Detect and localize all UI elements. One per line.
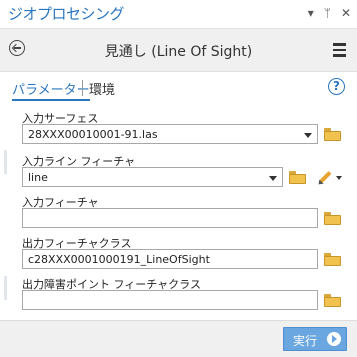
play-icon — [327, 332, 341, 346]
run-button-label: 実行 — [293, 334, 318, 348]
tab-bar: パラメーター 環境 ? — [0, 72, 357, 102]
output-features-field[interactable]: c28XXX0001000191_LineOfSight — [22, 249, 318, 269]
input-line-value: line — [28, 171, 48, 184]
input-surface-select[interactable]: 28XXX00010001-91.las — [22, 124, 318, 144]
row-indicator — [4, 276, 7, 300]
chevron-down-icon[interactable] — [336, 176, 342, 180]
folder-browse-icon[interactable] — [324, 128, 341, 141]
tool-header: 見通し (Line Of Sight) — [0, 29, 357, 72]
close-icon[interactable]: ✕ — [341, 6, 351, 20]
pane-title: ジオプロセシング — [8, 5, 125, 23]
tool-title: 見通し (Line Of Sight) — [104, 44, 253, 60]
tab-environments[interactable]: 環境 — [89, 79, 115, 98]
folder-browse-icon[interactable] — [324, 212, 341, 225]
input-surface-value: 28XXX00010001-91.las — [28, 128, 158, 141]
folder-browse-icon[interactable] — [324, 253, 341, 266]
folder-browse-icon[interactable] — [324, 294, 341, 307]
row-indicator — [4, 150, 7, 174]
input-line-select[interactable]: line — [22, 167, 283, 187]
chevron-down-icon[interactable] — [304, 133, 312, 138]
footer-bar: 実行 — [0, 320, 357, 357]
tab-parameters[interactable]: パラメーター — [12, 79, 90, 101]
help-icon[interactable]: ? — [328, 78, 345, 95]
chevron-down-icon[interactable] — [269, 176, 277, 181]
pin-icon[interactable]: ᛘ — [324, 6, 331, 20]
output-obstruction-field[interactable] — [22, 290, 318, 310]
pencil-edit-icon[interactable] — [316, 168, 334, 187]
input-features-field[interactable] — [22, 208, 318, 228]
hamburger-menu-icon[interactable] — [333, 43, 346, 60]
pane-titlebar: ジオプロセシング ▾ ᛘ ✕ — [0, 0, 357, 29]
chevron-down-icon[interactable]: ▾ — [308, 6, 314, 20]
pane-controls: ▾ ᛘ ✕ — [308, 6, 351, 20]
output-features-value: c28XXX0001000191_LineOfSight — [28, 253, 210, 266]
folder-browse-icon[interactable] — [289, 171, 306, 184]
tab-separator — [82, 80, 83, 96]
run-button[interactable]: 実行 — [283, 327, 347, 351]
